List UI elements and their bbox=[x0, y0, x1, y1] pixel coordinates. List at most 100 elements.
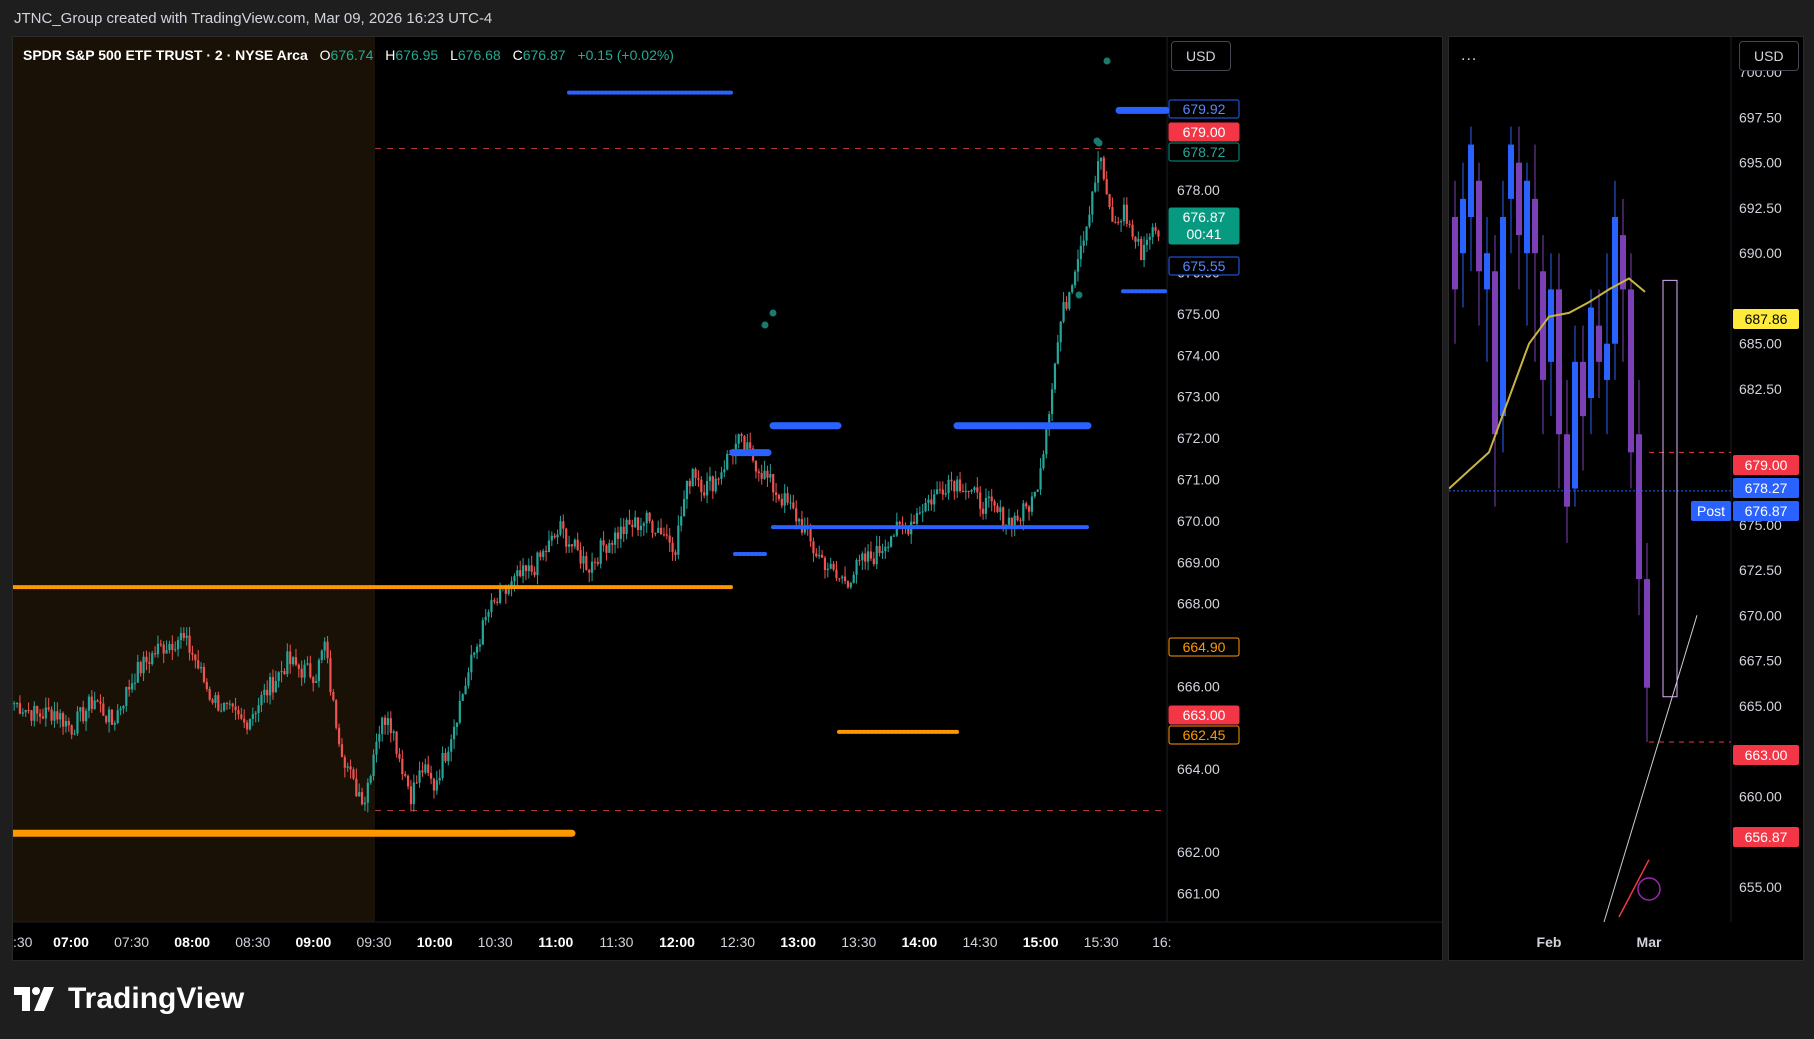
y-tick-label: 668.00 bbox=[1177, 596, 1220, 612]
candle-body bbox=[1114, 221, 1117, 223]
candle-body bbox=[849, 582, 852, 588]
daily-y-tick-label: 670.00 bbox=[1739, 607, 1782, 623]
candle-body bbox=[823, 557, 827, 571]
y-tick-label: 664.00 bbox=[1177, 761, 1220, 777]
intraday-chart-panel[interactable]: 681.00678.00676.00675.00674.00673.00672.… bbox=[12, 36, 1443, 961]
candle-body bbox=[703, 492, 706, 496]
signal-dot bbox=[1103, 57, 1111, 65]
candle-body bbox=[921, 511, 924, 513]
candle-body bbox=[1065, 302, 1068, 309]
candle-body bbox=[941, 489, 944, 495]
candle-body bbox=[478, 644, 482, 647]
candle-body bbox=[984, 498, 988, 514]
candle-body bbox=[300, 668, 303, 678]
x-tick-label: 08:00 bbox=[174, 934, 210, 950]
candle-body bbox=[1016, 515, 1019, 521]
change-value: +0.15 (+0.02%) bbox=[577, 47, 674, 63]
candle-body bbox=[1019, 520, 1022, 522]
y-tick-label: 674.00 bbox=[1177, 347, 1220, 363]
candle-body bbox=[493, 600, 496, 602]
x-tick-label: 11:30 bbox=[599, 934, 633, 950]
candle-body bbox=[191, 652, 194, 655]
candle-body bbox=[809, 527, 812, 542]
candle-body bbox=[36, 705, 39, 714]
high-value: 676.95 bbox=[395, 47, 439, 63]
candle-body bbox=[1007, 517, 1011, 525]
candle-body bbox=[490, 600, 493, 612]
candle-body bbox=[513, 576, 516, 582]
candle-body bbox=[1025, 503, 1028, 507]
candle-body bbox=[884, 546, 887, 551]
currency-button[interactable]: USD bbox=[1171, 41, 1231, 71]
candle-body bbox=[277, 672, 280, 682]
candle-body bbox=[562, 521, 565, 529]
candle-body bbox=[248, 719, 252, 730]
candle-body bbox=[930, 499, 933, 505]
candle-body bbox=[1079, 245, 1082, 260]
symbol-legend[interactable]: SPDR S&P 500 ETF TRUST · 2 · NYSE Arca O… bbox=[23, 47, 674, 63]
candle-body bbox=[312, 677, 315, 684]
candle-body bbox=[1088, 214, 1091, 227]
candle-body bbox=[657, 527, 660, 533]
candle-body bbox=[228, 703, 231, 705]
currency-button-right[interactable]: USD bbox=[1739, 41, 1799, 71]
candle-body bbox=[843, 576, 847, 582]
candle-body bbox=[553, 535, 556, 538]
candle-body bbox=[777, 494, 781, 499]
daily-candle-body bbox=[1564, 434, 1570, 507]
open-label: O bbox=[319, 47, 331, 63]
candle-body bbox=[133, 682, 137, 684]
candle-body bbox=[225, 702, 229, 704]
candle-body bbox=[846, 581, 850, 588]
candle-body bbox=[737, 434, 740, 444]
candle-body bbox=[260, 694, 263, 706]
candle-body bbox=[1059, 321, 1062, 343]
candle-body bbox=[79, 707, 82, 712]
candle-body bbox=[1094, 182, 1097, 192]
candle-body bbox=[1076, 259, 1080, 272]
candle-body bbox=[760, 473, 763, 479]
x-tick-label: 15:00 bbox=[1023, 934, 1059, 950]
candle-body bbox=[544, 550, 548, 553]
candle-body bbox=[789, 502, 792, 504]
daily-chart-svg[interactable]: 700.00697.50695.00692.50690.00685.00682.… bbox=[1449, 37, 1803, 960]
candle-body bbox=[82, 707, 85, 722]
intraday-chart-svg[interactable]: 681.00678.00676.00675.00674.00673.00672.… bbox=[13, 37, 1442, 960]
y-tick-label: 666.00 bbox=[1177, 678, 1220, 694]
x-tick-label: 10:30 bbox=[478, 934, 513, 950]
x-tick-label: 15:30 bbox=[1084, 934, 1119, 950]
open-value: 676.74 bbox=[330, 47, 374, 63]
candle-body bbox=[861, 553, 864, 561]
candle-body bbox=[61, 713, 65, 727]
candle-body bbox=[340, 744, 344, 758]
candle-body bbox=[73, 733, 76, 735]
daily-candle-body bbox=[1644, 579, 1650, 688]
candle-body bbox=[550, 535, 553, 541]
candle-body bbox=[372, 754, 375, 777]
candle-body bbox=[283, 671, 286, 675]
candle-body bbox=[631, 524, 634, 528]
daily-candle-body bbox=[1500, 216, 1506, 417]
candle-body bbox=[21, 712, 24, 714]
candle-body bbox=[303, 664, 306, 678]
candle-body bbox=[314, 681, 318, 684]
chart-header: JTNC_Group created with TradingView.com,… bbox=[14, 10, 493, 27]
candle-body bbox=[427, 764, 430, 773]
x-tick-label: 08:30 bbox=[235, 934, 270, 950]
daily-candle-body bbox=[1452, 216, 1458, 290]
candle-body bbox=[625, 519, 628, 535]
candle-body bbox=[441, 753, 444, 778]
candle-body bbox=[139, 662, 142, 674]
candle-body bbox=[524, 565, 528, 572]
more-icon[interactable]: ... bbox=[1461, 47, 1477, 65]
post-tag-text: Post bbox=[1697, 503, 1725, 519]
candle-body bbox=[395, 731, 398, 754]
daily-chart-panel[interactable]: 700.00 697.50 695.00 692.50 690.00 685.00 682.… bbox=[1448, 36, 1804, 961]
candle-body bbox=[122, 705, 125, 709]
candle-body bbox=[749, 442, 752, 449]
candle-body bbox=[711, 476, 714, 492]
candle-body bbox=[214, 695, 217, 703]
candle-body bbox=[1131, 224, 1134, 237]
tradingview-brand[interactable]: TradingView bbox=[14, 982, 244, 1016]
candle-body bbox=[93, 700, 96, 709]
